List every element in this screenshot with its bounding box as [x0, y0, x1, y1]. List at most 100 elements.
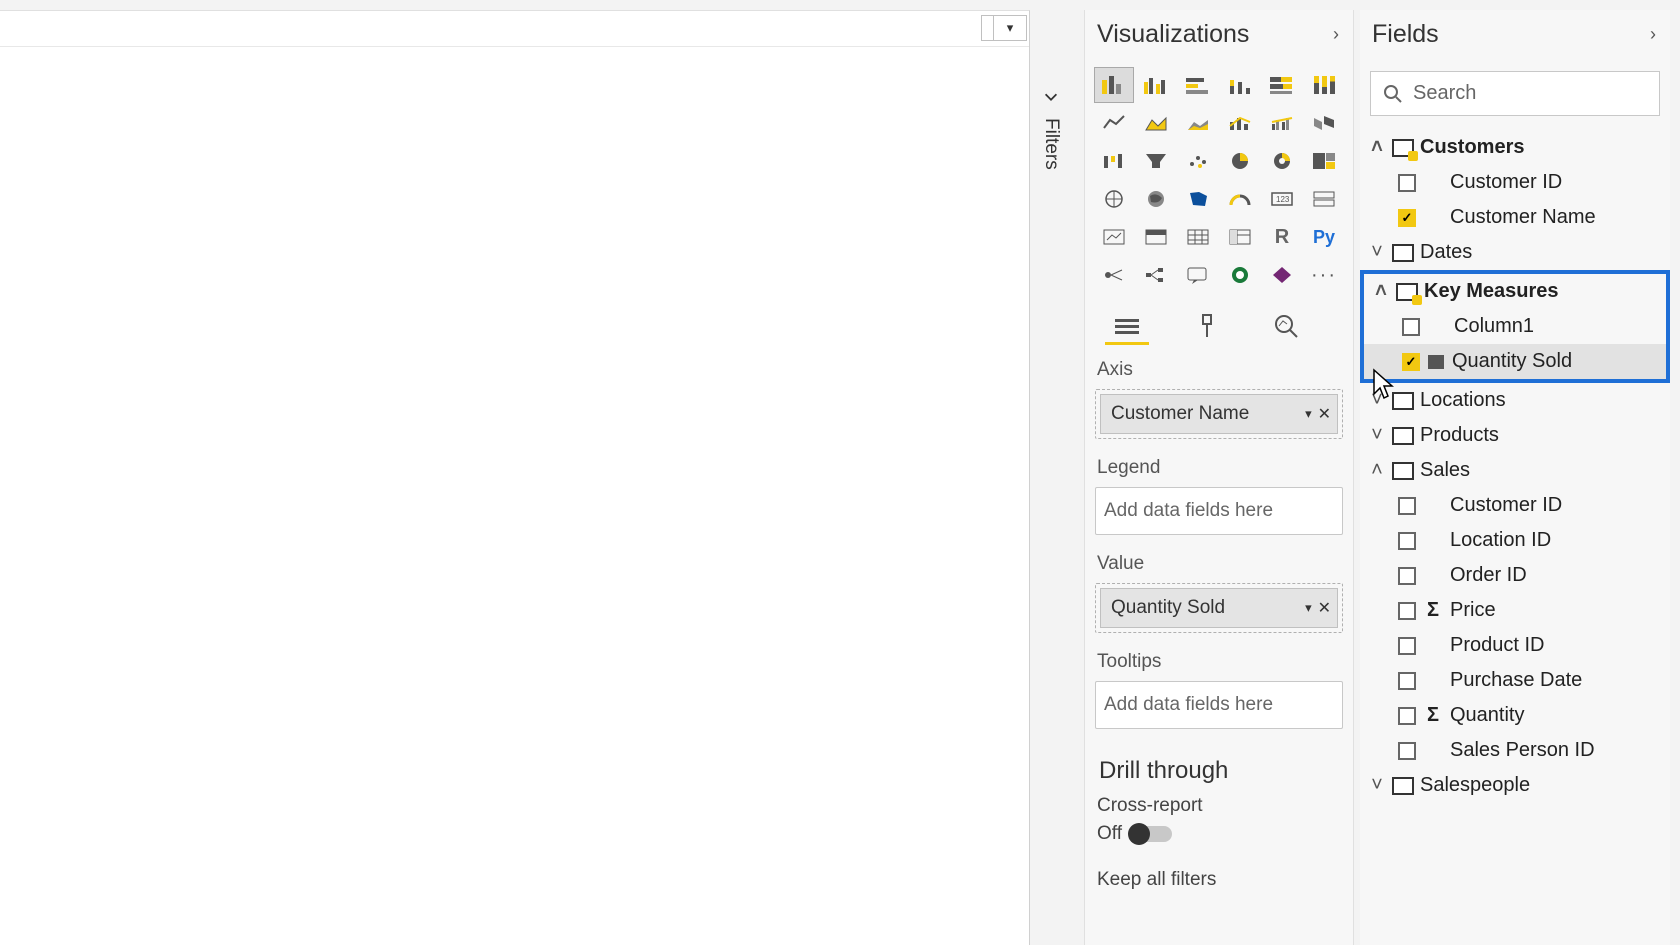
- viz-line-clustered-column-icon[interactable]: [1262, 105, 1302, 141]
- viz-funnel-icon[interactable]: [1136, 143, 1176, 179]
- viz-line-icon[interactable]: [1094, 105, 1134, 141]
- viz-clustered-bar-icon[interactable]: [1136, 67, 1176, 103]
- table-customers[interactable]: ˄ Customers: [1360, 130, 1670, 165]
- field-customers-customer-name[interactable]: ✓ Customer Name: [1360, 200, 1670, 235]
- checkbox-icon[interactable]: [1398, 672, 1416, 690]
- viz-kpi-icon[interactable]: [1094, 219, 1134, 255]
- report-canvas[interactable]: ▾: [0, 10, 1030, 945]
- viz-python-icon[interactable]: Py: [1304, 219, 1344, 255]
- legend-well[interactable]: Add data fields here: [1095, 487, 1343, 535]
- axis-chip[interactable]: Customer Name ▾ ✕: [1100, 394, 1338, 434]
- value-chip[interactable]: Quantity Sold ▾ ✕: [1100, 588, 1338, 628]
- viz-table-icon[interactable]: [1178, 219, 1218, 255]
- viz-qa-icon[interactable]: [1178, 257, 1218, 293]
- chevron-right-icon[interactable]: ›: [1650, 24, 1656, 45]
- fields-search[interactable]: Search: [1370, 71, 1660, 116]
- field-sales-sales-person-id[interactable]: Sales Person ID: [1360, 733, 1670, 768]
- chevron-down-icon[interactable]: ▾: [1305, 600, 1312, 616]
- field-customers-customer-id[interactable]: Customer ID: [1360, 165, 1670, 200]
- viz-line-stacked-column-icon[interactable]: [1220, 105, 1260, 141]
- checkbox-icon[interactable]: [1398, 742, 1416, 760]
- viz-powerapps-icon[interactable]: [1262, 257, 1302, 293]
- viz-matrix-icon[interactable]: [1220, 219, 1260, 255]
- measure-icon: [1428, 355, 1444, 369]
- field-sales-purchase-date[interactable]: Purchase Date: [1360, 663, 1670, 698]
- tooltips-well[interactable]: Add data fields here: [1095, 681, 1343, 729]
- checkbox-icon[interactable]: [1398, 602, 1416, 620]
- field-sales-customer-id[interactable]: Customer ID: [1360, 488, 1670, 523]
- viz-stacked-area-icon[interactable]: [1178, 105, 1218, 141]
- viz-filled-map-icon[interactable]: [1136, 181, 1176, 217]
- value-well[interactable]: Quantity Sold ▾ ✕: [1095, 583, 1343, 633]
- viz-pie-icon[interactable]: [1220, 143, 1260, 179]
- viz-donut-icon[interactable]: [1262, 143, 1302, 179]
- checkbox-icon[interactable]: [1398, 532, 1416, 550]
- viz-waterfall-icon[interactable]: [1094, 143, 1134, 179]
- canvas-drag-handle[interactable]: [981, 15, 993, 41]
- viz-shape-map-icon[interactable]: [1178, 181, 1218, 217]
- table-salespeople[interactable]: ˅ Salespeople: [1360, 768, 1670, 803]
- field-km-quantity-sold[interactable]: ✓ Quantity Sold: [1364, 344, 1666, 379]
- checkbox-checked-icon[interactable]: ✓: [1402, 353, 1420, 371]
- viz-area-icon[interactable]: [1136, 105, 1176, 141]
- field-sales-quantity[interactable]: ΣQuantity: [1360, 698, 1670, 733]
- viz-card-icon[interactable]: 123: [1262, 181, 1302, 217]
- checkbox-icon[interactable]: [1398, 497, 1416, 515]
- table-sales[interactable]: ˄ Sales: [1360, 453, 1670, 488]
- sigma-icon: Σ: [1424, 599, 1442, 622]
- visual-type-grid: 123 R Py ···: [1085, 67, 1353, 301]
- axis-well[interactable]: Customer Name ▾ ✕: [1095, 389, 1343, 439]
- viz-100-stacked-bar-icon[interactable]: [1262, 67, 1302, 103]
- remove-icon[interactable]: ✕: [1318, 404, 1331, 424]
- tab-fields-icon[interactable]: [1105, 309, 1149, 345]
- checkbox-icon[interactable]: [1398, 567, 1416, 585]
- viz-treemap-icon[interactable]: [1304, 143, 1344, 179]
- viz-more-icon[interactable]: ···: [1304, 257, 1344, 293]
- viz-clustered-column-icon[interactable]: [1220, 67, 1260, 103]
- tab-analytics-icon[interactable]: [1265, 309, 1309, 345]
- remove-icon[interactable]: ✕: [1318, 598, 1331, 618]
- viz-map-icon[interactable]: [1094, 181, 1134, 217]
- visual-property-tabs: [1085, 301, 1353, 351]
- viz-stacked-bar-icon[interactable]: [1094, 67, 1134, 103]
- field-sales-product-id[interactable]: Product ID: [1360, 628, 1670, 663]
- axis-well-label: Axis: [1085, 351, 1353, 385]
- checkbox-icon[interactable]: [1398, 707, 1416, 725]
- viz-slicer-icon[interactable]: [1136, 219, 1176, 255]
- field-sales-location-id[interactable]: Location ID: [1360, 523, 1670, 558]
- table-key-measures[interactable]: ˄ Key Measures: [1364, 274, 1666, 309]
- field-km-column1[interactable]: Column1: [1364, 309, 1666, 344]
- viz-gauge-icon[interactable]: [1220, 181, 1260, 217]
- table-dates[interactable]: ˅ Dates: [1360, 235, 1670, 270]
- fields-header: Fields ›: [1360, 10, 1670, 67]
- cross-report-label: Cross-report: [1097, 795, 1341, 817]
- viz-scatter-icon[interactable]: [1178, 143, 1218, 179]
- table-icon: [1392, 139, 1414, 157]
- checkbox-icon[interactable]: [1398, 174, 1416, 192]
- viz-multi-row-card-icon[interactable]: [1304, 181, 1344, 217]
- checkbox-icon[interactable]: [1398, 637, 1416, 655]
- field-sales-order-id[interactable]: Order ID: [1360, 558, 1670, 593]
- table-products[interactable]: ˅ Products: [1360, 418, 1670, 453]
- filters-collapsed-pane[interactable]: Filters: [1034, 72, 1068, 312]
- viz-decomposition-tree-icon[interactable]: [1136, 257, 1176, 293]
- chevron-down-icon[interactable]: ▾: [1305, 406, 1312, 422]
- table-icon: [1392, 777, 1414, 795]
- legend-well-label: Legend: [1085, 449, 1353, 483]
- canvas-toolbar: ▾: [0, 11, 1029, 47]
- checkbox-checked-icon[interactable]: ✓: [1398, 209, 1416, 227]
- chevron-down-icon: ˅: [1368, 241, 1386, 264]
- viz-key-influencers-icon[interactable]: [1094, 257, 1134, 293]
- chevron-right-icon[interactable]: ›: [1333, 24, 1339, 45]
- cross-report-toggle[interactable]: Off: [1097, 823, 1341, 845]
- viz-stacked-column-icon[interactable]: [1178, 67, 1218, 103]
- table-locations[interactable]: ˅ Locations: [1360, 383, 1670, 418]
- checkbox-icon[interactable]: [1402, 318, 1420, 336]
- field-sales-price[interactable]: ΣPrice: [1360, 593, 1670, 628]
- viz-r-icon[interactable]: R: [1262, 219, 1302, 255]
- canvas-dropdown[interactable]: ▾: [993, 15, 1027, 41]
- viz-ribbon-icon[interactable]: [1304, 105, 1344, 141]
- viz-100-stacked-column-icon[interactable]: [1304, 67, 1344, 103]
- tab-format-icon[interactable]: [1185, 309, 1229, 345]
- viz-arcgis-icon[interactable]: [1220, 257, 1260, 293]
